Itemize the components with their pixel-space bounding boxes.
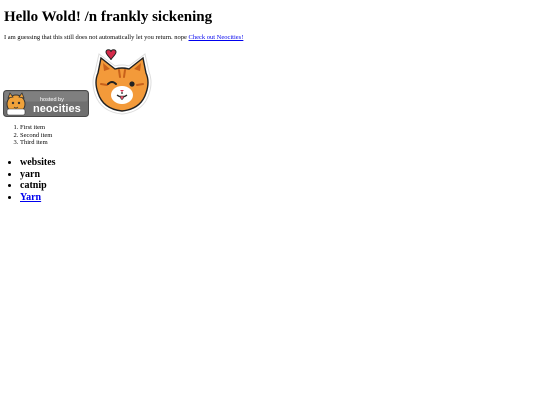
- hosted-by-neocities-badge[interactable]: hosted by neocities: [3, 90, 89, 117]
- bullet-list-item: websites: [20, 157, 56, 169]
- cat-sticker-icon: [92, 49, 152, 115]
- heart-icon: [105, 49, 117, 61]
- bullet-list-item: catnip: [20, 180, 56, 192]
- bullet-list: websites yarn catnip Yarn: [0, 157, 56, 203]
- intro-paragraph: I am guessing that this still does not a…: [4, 33, 243, 42]
- page-title: Hello Wold! /n frankly sickening: [4, 9, 213, 25]
- intro-text: I am guessing that this still does not a…: [4, 34, 189, 41]
- neocities-cat-icon: [6, 92, 26, 116]
- yarn-link[interactable]: Yarn: [20, 192, 41, 203]
- page: Hello Wold! /n frankly sickening I am gu…: [0, 0, 540, 405]
- neocities-link[interactable]: Check out Neocities!: [189, 34, 244, 41]
- numbered-list-item: First item: [20, 124, 52, 132]
- badge-big-text: neocities: [33, 103, 81, 115]
- numbered-list-item: Second item: [20, 132, 52, 140]
- numbered-list: First item Second item Third item: [0, 124, 52, 147]
- bullet-list-item: yarn: [20, 169, 56, 181]
- numbered-list-item: Third item: [20, 139, 52, 147]
- bullet-list-item-link-container: Yarn: [20, 192, 56, 204]
